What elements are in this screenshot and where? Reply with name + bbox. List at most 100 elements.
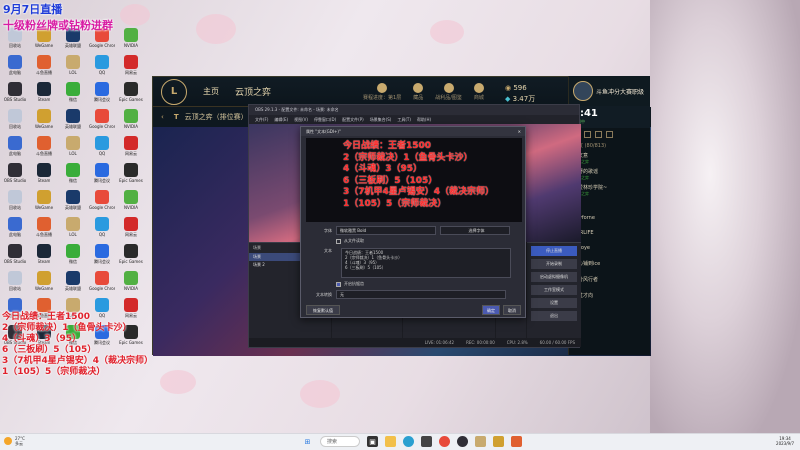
desktop-icon[interactable]: 网易云	[118, 55, 144, 76]
friend-list-item[interactable]: Gryforne在线	[569, 214, 650, 229]
obs-control-button[interactable]: 退出	[531, 311, 577, 321]
friend-list-item[interactable]: 十分风行者在线	[569, 275, 650, 291]
nav-progress[interactable]: 赛程进度：第1层	[363, 82, 401, 101]
desktop-icon[interactable]: LOL	[60, 136, 86, 156]
desktop-icon[interactable]: OBS Studio	[2, 163, 28, 183]
desktop-icon[interactable]: 微信	[60, 163, 86, 184]
desktop-icon[interactable]: 此电脑	[2, 55, 28, 76]
nav-tft[interactable]: 云顶之弈	[235, 85, 271, 98]
desktop-icon[interactable]: 微信	[60, 82, 86, 103]
obs-control-button[interactable]: 停止直播	[531, 246, 577, 256]
friend-list-item[interactable]: Xiaoye在线	[569, 244, 650, 259]
obs-menu-item[interactable]: 帮助(H)	[417, 115, 431, 124]
obs-menu-item[interactable]: 配置文件(P)	[342, 115, 364, 124]
desktop-icon[interactable]: OBS Studio	[2, 244, 28, 264]
friend-list-item[interactable]: 杰舒的歌谣 云顶之弈	[569, 167, 650, 183]
desktop-icon[interactable]: 腾讯会议	[89, 244, 115, 265]
desktop-icon[interactable]: 腾讯会议	[89, 163, 115, 184]
desktop-icon[interactable]: NVIDIA	[118, 28, 144, 48]
cancel-button[interactable]: 取消	[503, 305, 521, 315]
desktop-icon[interactable]: 回收站	[2, 190, 28, 211]
obs-menu-item[interactable]: 工具(T)	[397, 115, 411, 124]
desktop-icon[interactable]: 腾讯会议	[89, 82, 115, 103]
friend-list-item[interactable]: 不过才向在线	[569, 291, 650, 307]
obs-menu-item[interactable]: 编辑(E)	[274, 115, 288, 124]
desktop-icon[interactable]: Epic Games	[118, 244, 144, 264]
desktop-icon[interactable]: 网易云	[118, 136, 144, 157]
obs-menu-item[interactable]: 文件(F)	[255, 115, 268, 124]
edge-icon[interactable]	[403, 436, 414, 447]
friend-list-item[interactable]: 伤心铺到ice在线	[569, 259, 650, 275]
desktop-icon[interactable]: WeGame	[31, 271, 57, 291]
desktop-icon[interactable]: Google Chrome	[89, 190, 115, 210]
avatar[interactable]	[573, 81, 593, 101]
desktop-icon[interactable]: QQ	[89, 217, 115, 237]
friend-list-item[interactable]: FORLIFE在线	[569, 229, 650, 244]
desktop-icon[interactable]: 斗鱼直播	[31, 217, 57, 238]
nav-store[interactable]: 商城	[473, 82, 484, 101]
desktop-icon[interactable]: Steam	[31, 244, 57, 264]
desktop-icon[interactable]: NVIDIA	[118, 271, 144, 291]
friend-list-item[interactable]: 我爱林珍学院~ 云顶之弈	[569, 183, 650, 199]
search-icon[interactable]	[606, 130, 613, 138]
desktop-icon[interactable]: Epic Games	[118, 82, 144, 102]
back-arrow-icon[interactable]: ‹	[161, 113, 164, 121]
desktop-icon[interactable]: LOL	[60, 217, 86, 237]
desktop-icon[interactable]: 回收站	[2, 271, 28, 292]
desktop-icon[interactable]: Google Chrome	[89, 109, 115, 129]
desktop-icon[interactable]: 英雄联盟	[60, 190, 86, 211]
friend-list-item[interactable]: wlz在线	[569, 199, 650, 214]
weather-widget[interactable]: 27°C 多云	[4, 436, 25, 446]
task-view-icon[interactable]: ▣	[367, 436, 378, 447]
obs-icon[interactable]	[457, 436, 468, 447]
douyu-icon[interactable]	[511, 436, 522, 447]
windows-start-icon[interactable]: ⊞	[302, 436, 313, 447]
search-box[interactable]: 搜索	[320, 436, 360, 447]
desktop-icon[interactable]: Epic Games	[118, 163, 144, 183]
desktop-icon[interactable]: 斗鱼直播	[31, 55, 57, 76]
obs-control-button[interactable]: 开始录制	[531, 259, 577, 269]
desktop-icon[interactable]: 此电脑	[2, 217, 28, 238]
lol-logo-icon[interactable]: L	[161, 78, 187, 105]
desktop-icon[interactable]: Steam	[31, 82, 57, 102]
clock[interactable]: 19:34 2023/9/7	[776, 436, 794, 446]
desktop-icon[interactable]: QQ	[89, 136, 115, 156]
friends-group-header[interactable]: 好友 (80/813)	[569, 140, 650, 151]
desktop-icon[interactable]: NVIDIA	[118, 190, 144, 210]
desktop-icon[interactable]: 英雄联盟	[60, 109, 86, 130]
store-app-icon[interactable]	[421, 436, 432, 447]
desktop-icon[interactable]: LOL	[60, 55, 86, 75]
desktop-icon[interactable]: WeGame	[31, 109, 57, 129]
desktop-icon[interactable]: 微信	[60, 244, 86, 265]
wegame-icon[interactable]	[493, 436, 504, 447]
nav-home[interactable]: 主页	[203, 86, 219, 97]
transform-select[interactable]: 无	[336, 290, 506, 299]
text-content-input[interactable]: 今日战绩：王者1500 2（宗师裁决）1（鱼骨头卡沙） 4（斗魂）3（95） 6…	[341, 248, 511, 278]
desktop-icon[interactable]: 斗鱼直播	[31, 136, 57, 157]
antialias-checkbox[interactable]	[336, 281, 341, 287]
close-icon[interactable]: ✕	[518, 127, 525, 136]
group-icon[interactable]	[584, 130, 591, 138]
friend-list-item[interactable]: 姜文意云顶之弈	[569, 151, 650, 167]
desktop-icon[interactable]: QQ	[89, 55, 115, 75]
obs-menu-item[interactable]: 场景集合(S)	[370, 115, 392, 124]
obs-control-button[interactable]: 设置	[531, 298, 577, 308]
chrome-icon[interactable]	[439, 436, 450, 447]
desktop-icon[interactable]: OBS Studio	[2, 82, 28, 102]
desktop-icon[interactable]: 回收站	[2, 109, 28, 130]
obs-menu-item[interactable]: 停靠窗口(D)	[314, 115, 336, 124]
ok-button[interactable]: 确定	[482, 305, 500, 315]
desktop-icon[interactable]: Google Chrome	[89, 271, 115, 291]
desktop-icon[interactable]: Steam	[31, 163, 57, 183]
from-file-checkbox[interactable]	[336, 238, 341, 244]
lol-icon[interactable]	[475, 436, 486, 447]
desktop-icon[interactable]: WeGame	[31, 190, 57, 210]
desktop-icon[interactable]: 英雄联盟	[60, 271, 86, 292]
nav-collection[interactable]: 藏品	[413, 82, 423, 101]
desktop-icon[interactable]: 网易云	[118, 217, 144, 238]
file-explorer-icon[interactable]	[385, 436, 396, 447]
desktop-icon[interactable]: 此电脑	[2, 136, 28, 157]
desktop-icon[interactable]: NVIDIA	[118, 109, 144, 129]
list-icon[interactable]	[595, 130, 602, 138]
obs-menu-item[interactable]: 视图(V)	[294, 115, 308, 124]
